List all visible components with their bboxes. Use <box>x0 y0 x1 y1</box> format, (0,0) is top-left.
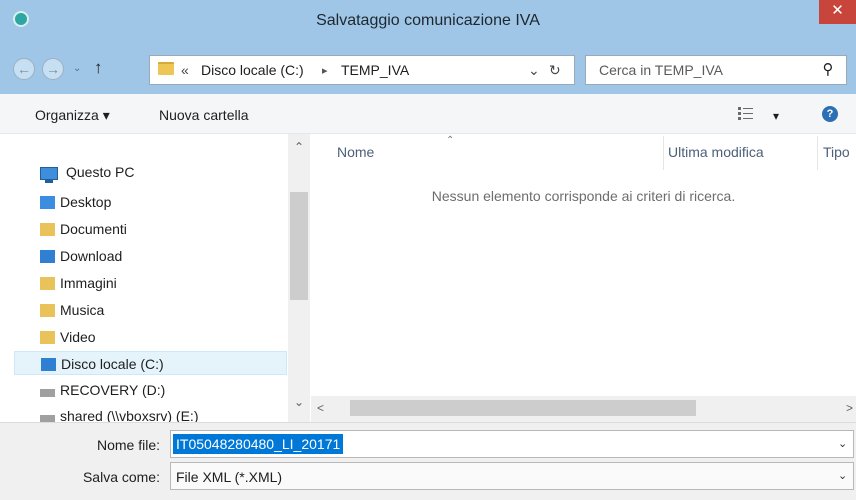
search-placeholder: Cerca in TEMP_IVA <box>599 62 723 78</box>
sidebar-item-download[interactable]: Download <box>40 244 122 268</box>
sidebar-item-video[interactable]: Video <box>40 325 96 349</box>
search-icon[interactable]: ⚲ <box>818 60 838 80</box>
help-icon[interactable]: ? <box>822 106 838 122</box>
address-dropdown[interactable]: ⌄ <box>528 62 540 79</box>
filename-value[interactable]: IT05048280480_LI_20171 <box>173 434 344 454</box>
toolbar <box>0 94 856 134</box>
up-button[interactable]: ↑ <box>94 58 103 78</box>
forward-button[interactable]: → <box>42 58 64 80</box>
folder-icon <box>158 62 174 75</box>
sidebar-item-music[interactable]: Musica <box>40 298 104 322</box>
new-folder-button[interactable]: Nuova cartella <box>159 107 249 123</box>
sort-indicator: ⌃ <box>446 135 455 146</box>
column-separator[interactable] <box>817 136 818 170</box>
video-folder-icon <box>40 331 55 344</box>
sidebar-item-pictures[interactable]: Immagini <box>40 271 117 295</box>
view-options-icon[interactable] <box>737 104 755 122</box>
breadcrumb-temp-iva[interactable]: TEMP_IVA <box>341 62 409 78</box>
scroll-right-arrow[interactable]: > <box>846 401 853 415</box>
desktop-folder-icon <box>40 196 55 209</box>
breadcrumb-disk[interactable]: Disco locale (C:) <box>201 62 304 78</box>
column-name[interactable]: Nome <box>337 144 374 160</box>
sidebar-item-recovery[interactable]: RECOVERY (D:) <box>40 378 165 402</box>
window-title: Salvataggio comunicazione IVA <box>316 12 540 29</box>
sidebar-item-shared[interactable]: shared (\\vboxsrv) (E:) <box>40 404 198 422</box>
sidebar-item-documents[interactable]: Documenti <box>40 217 127 241</box>
scroll-up-arrow[interactable]: ⌃ <box>294 140 304 154</box>
sidebar-clip: shared (\\vboxsrv) (E:) <box>0 404 288 422</box>
filename-label: Nome file: <box>96 437 160 453</box>
download-folder-icon <box>40 250 55 263</box>
column-type[interactable]: Tipo <box>823 144 850 160</box>
network-drive-icon <box>40 415 55 422</box>
refresh-button[interactable]: ↻ <box>549 62 561 79</box>
sidebar-header-this-pc[interactable]: Questo PC <box>66 164 134 180</box>
breadcrumb-overflow[interactable]: « <box>181 62 189 78</box>
close-button[interactable]: ✕ <box>819 0 856 24</box>
sidebar-item-desktop[interactable]: Desktop <box>40 190 111 214</box>
savetype-label: Salva come: <box>82 469 160 485</box>
view-menu-dropdown[interactable]: ▾ <box>773 109 779 123</box>
scroll-down-arrow[interactable]: ⌄ <box>294 395 304 409</box>
hscroll-thumb[interactable] <box>350 400 696 416</box>
savetype-value: File XML (*.XML) <box>176 469 283 485</box>
scroll-left-arrow[interactable]: < <box>317 401 324 415</box>
pictures-folder-icon <box>40 277 55 290</box>
breadcrumb-separator[interactable]: ▸ <box>322 64 328 77</box>
back-button[interactable]: ← <box>13 58 35 80</box>
windows-drive-icon <box>41 358 56 371</box>
sidebar-scroll-thumb[interactable] <box>290 192 308 300</box>
drive-icon <box>40 389 55 397</box>
documents-folder-icon <box>40 223 55 236</box>
empty-message: Nessun elemento corrisponde ai criteri d… <box>431 188 736 204</box>
column-last-modified[interactable]: Ultima modifica <box>668 144 764 160</box>
computer-icon <box>40 167 58 180</box>
filename-dropdown[interactable]: ⌄ <box>838 437 847 450</box>
sidebar-item-local-disk[interactable]: Disco locale (C:) <box>14 351 287 375</box>
music-folder-icon <box>40 304 55 317</box>
computer-icon-stand <box>45 180 53 183</box>
column-separator[interactable] <box>663 136 664 170</box>
savetype-dropdown[interactable]: ⌄ <box>838 469 847 482</box>
history-dropdown[interactable]: ⌄ <box>73 63 81 74</box>
organize-menu[interactable]: Organizza ▾ <box>35 107 110 124</box>
